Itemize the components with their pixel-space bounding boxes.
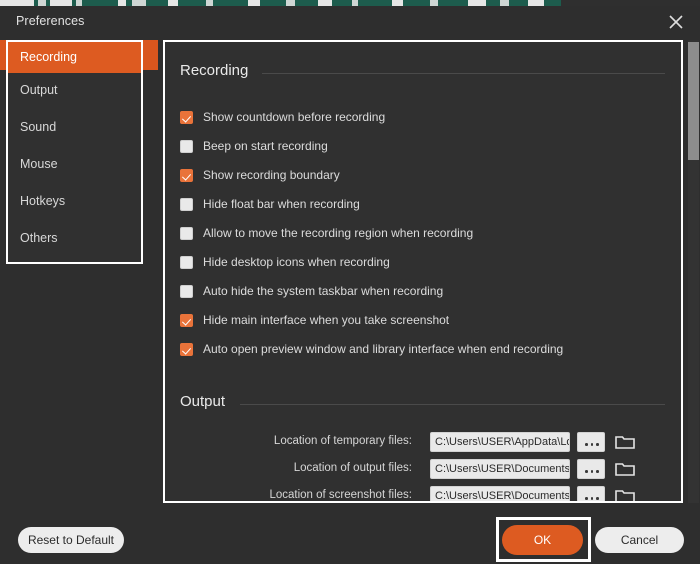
option-auto-hide-taskbar[interactable]: Auto hide the system taskbar when record… [180, 282, 660, 302]
page-title: Preferences [16, 14, 85, 28]
folder-icon[interactable] [615, 487, 635, 501]
sidebar-item-label: Sound [20, 120, 57, 134]
field-label: Location of screenshot files: [269, 489, 412, 501]
screenshot-files-path-input[interactable]: C:\Users\USER\Documents\Aiseesc [430, 486, 570, 501]
dialog-footer: Reset to Default OK Cancel [0, 503, 700, 564]
option-label: Auto open preview window and library int… [203, 342, 564, 356]
checkbox-unchecked-icon[interactable] [180, 285, 193, 298]
option-label: Hide desktop icons when recording [203, 255, 390, 269]
option-label: Beep on start recording [203, 139, 328, 153]
sidebar-item-hotkeys[interactable]: Hotkeys [8, 186, 141, 217]
option-show-countdown[interactable]: Show countdown before recording [180, 108, 660, 128]
option-allow-move-region[interactable]: Allow to move the recording region when … [180, 224, 660, 244]
section-title: Recording [180, 62, 249, 79]
option-hide-main-interface[interactable]: Hide main interface when you take screen… [180, 311, 660, 331]
section-divider [240, 404, 665, 405]
option-hide-desktop-icons[interactable]: Hide desktop icons when recording [180, 253, 660, 273]
output-row-temporary-files: Location of temporary files: C:\Users\US… [180, 432, 670, 454]
option-beep-on-start[interactable]: Beep on start recording [180, 137, 660, 157]
output-files-path-input[interactable]: C:\Users\USER\Documents\Aiseesc [430, 459, 570, 479]
vertical-scrollbar[interactable] [688, 40, 699, 503]
option-label: Show recording boundary [203, 168, 340, 182]
option-auto-open-preview[interactable]: Auto open preview window and library int… [180, 340, 660, 360]
folder-icon[interactable] [615, 433, 635, 451]
checkbox-checked-icon[interactable] [180, 111, 193, 124]
checkbox-unchecked-icon[interactable] [180, 140, 193, 153]
checkbox-checked-icon[interactable] [180, 343, 193, 356]
output-row-screenshot-files: Location of screenshot files: C:\Users\U… [180, 486, 670, 501]
temporary-files-path-input[interactable]: C:\Users\USER\AppData\Local\Ten [430, 432, 570, 452]
scrollbar-thumb[interactable] [688, 42, 699, 160]
option-label: Allow to move the recording region when … [203, 226, 474, 240]
sidebar-item-output[interactable]: Output [8, 75, 141, 106]
checkbox-checked-icon[interactable] [180, 169, 193, 182]
preferences-dialog: Preferences Recording Output Sound Mouse… [0, 6, 700, 564]
sidebar-item-others[interactable]: Others [8, 223, 141, 254]
browse-output-files-button[interactable] [577, 459, 605, 479]
field-label: Location of output files: [293, 462, 412, 474]
browse-temporary-files-button[interactable] [577, 432, 605, 452]
ok-button[interactable]: OK [502, 525, 583, 555]
section-divider [262, 73, 665, 74]
section-title: Output [180, 393, 226, 410]
dialog-titlebar: Preferences [0, 6, 700, 36]
option-label: Hide float bar when recording [203, 197, 360, 211]
browse-screenshot-files-button[interactable] [577, 486, 605, 501]
field-label: Location of temporary files: [273, 435, 412, 447]
option-hide-float-bar[interactable]: Hide float bar when recording [180, 195, 660, 215]
sidebar-item-label: Hotkeys [20, 194, 66, 208]
sidebar-item-label: Mouse [20, 157, 58, 171]
sidebar-item-recording[interactable]: Recording [8, 42, 141, 73]
section-header-output: Output [180, 393, 665, 413]
sidebar-item-label: Recording [20, 50, 77, 64]
option-show-recording-boundary[interactable]: Show recording boundary [180, 166, 660, 186]
sidebar-item-label: Others [20, 231, 58, 245]
output-row-output-files: Location of output files: C:\Users\USER\… [180, 459, 670, 481]
reset-to-default-button[interactable]: Reset to Default [18, 527, 124, 553]
sidebar-item-mouse[interactable]: Mouse [8, 149, 141, 180]
settings-panel: Recording Show countdown before recordin… [163, 40, 683, 503]
checkbox-unchecked-icon[interactable] [180, 198, 193, 211]
checkbox-unchecked-icon[interactable] [180, 256, 193, 269]
cancel-button[interactable]: Cancel [595, 527, 684, 553]
checkbox-unchecked-icon[interactable] [180, 227, 193, 240]
checkbox-checked-icon[interactable] [180, 314, 193, 327]
option-label: Hide main interface when you take screen… [203, 313, 450, 327]
sidebar-item-sound[interactable]: Sound [8, 112, 141, 143]
sidebar-nav: Recording Output Sound Mouse Hotkeys Oth… [6, 40, 143, 264]
close-icon[interactable] [662, 9, 690, 34]
option-label: Show countdown before recording [203, 110, 386, 124]
section-header-recording: Recording [180, 62, 665, 82]
sidebar-item-label: Output [20, 83, 58, 97]
folder-icon[interactable] [615, 460, 635, 478]
option-label: Auto hide the system taskbar when record… [203, 284, 444, 298]
